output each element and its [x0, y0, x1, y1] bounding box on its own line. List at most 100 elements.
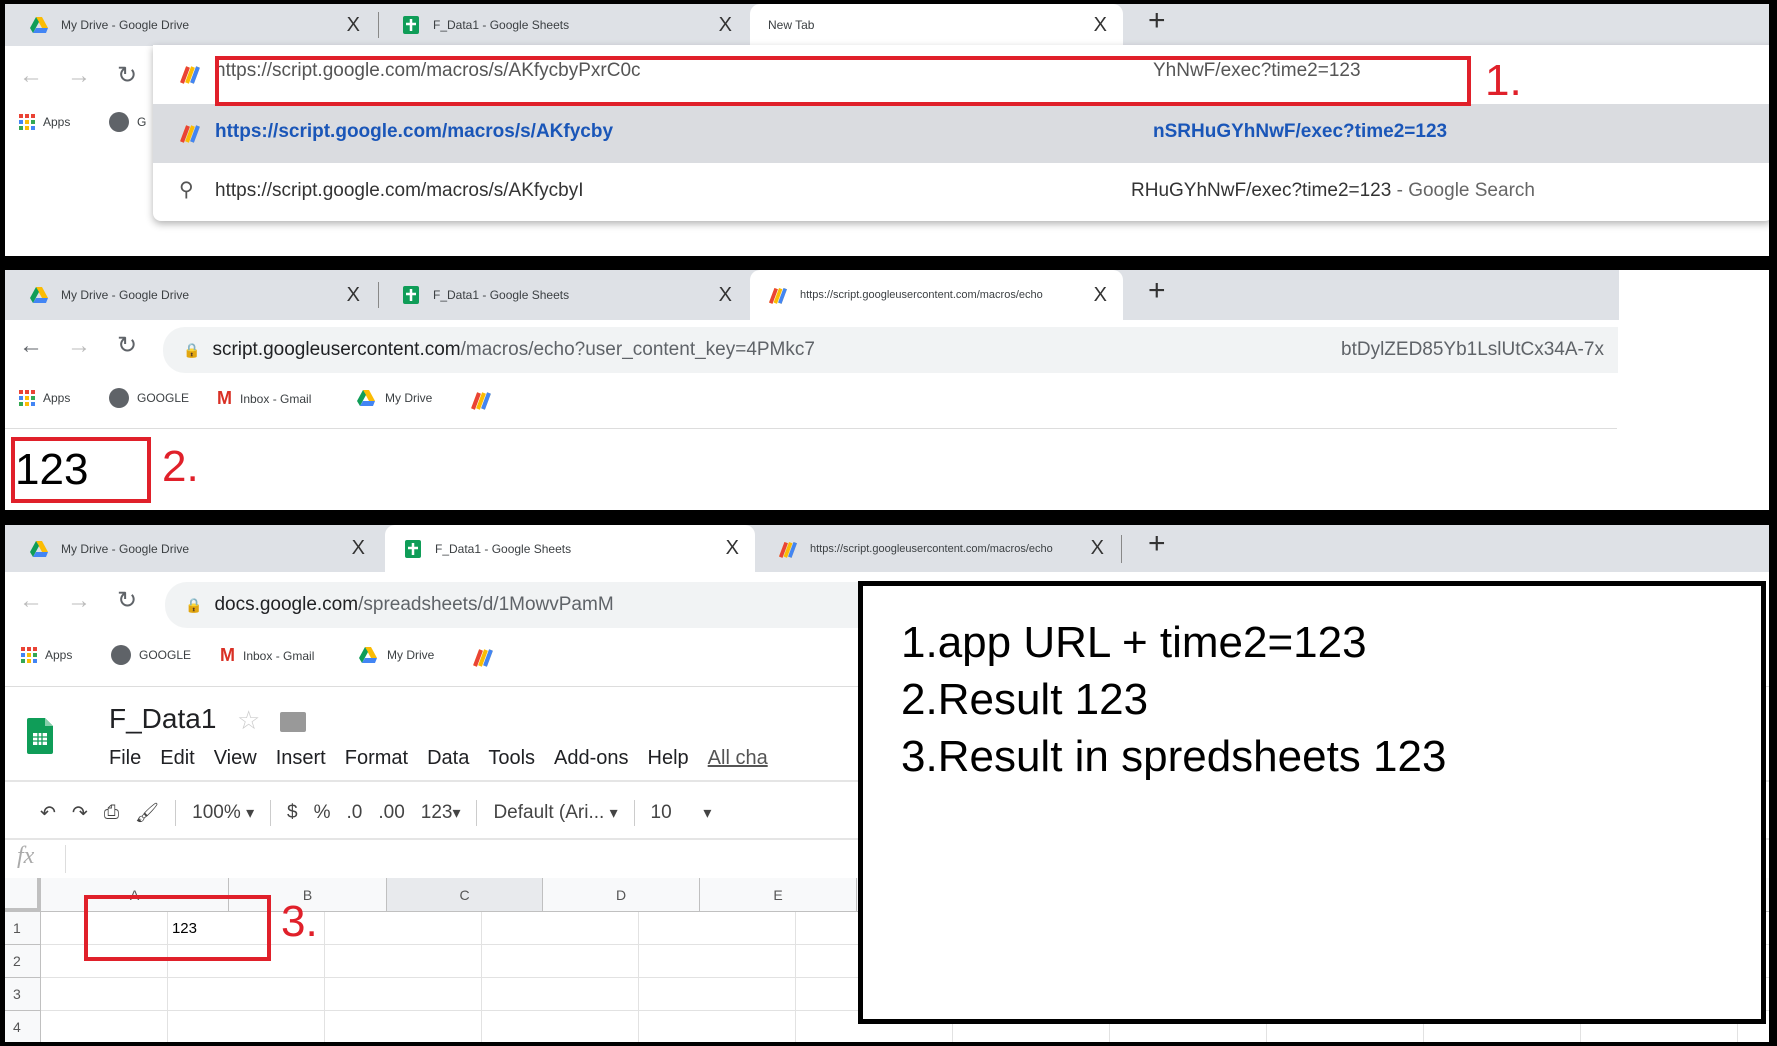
- menu-edit[interactable]: Edit: [160, 747, 194, 769]
- forward-button[interactable]: →: [67, 332, 91, 360]
- reload-button[interactable]: ↻: [117, 61, 137, 90]
- annotation-label-2: 2.: [162, 442, 199, 491]
- apps-script-icon: [180, 125, 200, 143]
- undo-icon[interactable]: ↶: [40, 802, 56, 825]
- all-changes-saved-link[interactable]: All cha: [708, 747, 768, 769]
- menu-format[interactable]: Format: [345, 747, 408, 769]
- forward-button[interactable]: →: [67, 587, 91, 615]
- more-formats-button[interactable]: 123▾: [421, 802, 461, 824]
- bookmark-my-drive[interactable]: My Drive: [355, 388, 432, 408]
- menu-file[interactable]: File: [109, 747, 141, 769]
- tab-divider: [378, 282, 379, 308]
- close-tab-icon[interactable]: X: [719, 284, 732, 307]
- tab-google-drive[interactable]: My Drive - Google Drive X: [11, 525, 381, 572]
- column-header-c[interactable]: C: [387, 878, 543, 912]
- menu-help[interactable]: Help: [648, 747, 689, 769]
- annotation-label-3: 3.: [281, 897, 318, 946]
- fx-icon: fx: [17, 843, 35, 869]
- tab-new-tab[interactable]: New Tab X: [750, 4, 1123, 46]
- bookmark-apps[interactable]: Apps: [21, 647, 72, 663]
- panel-spreadsheet-step: My Drive - Google Drive X F_Data1 - Googl…: [5, 525, 1769, 1042]
- back-button[interactable]: ←: [19, 587, 43, 615]
- decrease-decimal-button[interactable]: .0: [347, 802, 363, 824]
- menu-data[interactable]: Data: [427, 747, 469, 769]
- bookmark-gmail[interactable]: M Inbox - Gmail: [220, 645, 314, 666]
- sheets-logo-icon[interactable]: [27, 708, 53, 764]
- menu-view[interactable]: View: [214, 747, 257, 769]
- apps-script-bookmark-icon[interactable]: [472, 646, 494, 668]
- percent-button[interactable]: %: [314, 802, 331, 824]
- bookmark-apps[interactable]: Apps: [19, 390, 70, 406]
- bookmark-google[interactable]: G: [109, 112, 146, 132]
- increase-decimal-button[interactable]: .00: [378, 802, 404, 824]
- folder-icon[interactable]: [280, 712, 306, 732]
- close-tab-icon[interactable]: X: [726, 537, 739, 560]
- apps-script-bookmark-icon[interactable]: [470, 389, 492, 411]
- menu-addons[interactable]: Add-ons: [554, 747, 629, 769]
- tab-script-output[interactable]: https://script.googleusercontent.com/mac…: [750, 270, 1123, 320]
- close-tab-icon[interactable]: X: [1094, 14, 1107, 37]
- tab-google-sheets[interactable]: F_Data1 - Google Sheets X: [383, 270, 748, 320]
- tab-strip: My Drive - Google Drive X F_Data1 - Googl…: [5, 525, 1769, 572]
- address-bar[interactable]: 🔒 docs.google.com/spreadsheets/d/1MowvPa…: [165, 582, 965, 628]
- menu-insert[interactable]: Insert: [276, 747, 326, 769]
- menu-tools[interactable]: Tools: [488, 747, 535, 769]
- bookmark-my-drive[interactable]: My Drive: [357, 645, 434, 665]
- tab-google-drive[interactable]: My Drive - Google Drive X: [11, 270, 376, 320]
- note-line-1: 1.app URL + time2=123: [901, 618, 1367, 667]
- font-size-select[interactable]: 10 ▾: [651, 802, 712, 824]
- note-line-3: 3.Result in spredsheets 123: [901, 732, 1447, 781]
- apps-grid-icon: [19, 390, 35, 406]
- suggestion-row-highlighted[interactable]: https://script.google.com/macros/s/AKfyc…: [153, 104, 1769, 163]
- bookmark-apps[interactable]: Apps: [19, 114, 70, 130]
- suggestion-row-search[interactable]: ⚲ https://script.google.com/macros/s/AKf…: [153, 163, 1769, 221]
- bookmark-google[interactable]: GOOGLE: [111, 645, 191, 665]
- print-icon[interactable]: ⎙: [104, 802, 119, 824]
- formula-bar-input[interactable]: [67, 843, 867, 875]
- new-tab-button[interactable]: +: [1148, 527, 1166, 561]
- currency-button[interactable]: $: [287, 802, 298, 824]
- tab-google-sheets[interactable]: F_Data1 - Google Sheets X: [383, 4, 748, 46]
- column-header-e[interactable]: E: [700, 878, 857, 912]
- apps-grid-icon: [19, 114, 35, 130]
- star-icon[interactable]: ☆: [237, 705, 260, 736]
- globe-icon: [109, 388, 129, 408]
- back-button[interactable]: ←: [19, 332, 43, 360]
- zoom-select[interactable]: 100% ▾: [192, 802, 254, 824]
- close-tab-icon[interactable]: X: [719, 14, 732, 37]
- address-bar[interactable]: 🔒 script.googleusercontent.com/macros/ec…: [163, 327, 1618, 373]
- row-header-3[interactable]: 3: [5, 978, 41, 1011]
- new-tab-button[interactable]: +: [1148, 274, 1166, 308]
- toolbar: ↶ ↷ ⎙ 🖌 100% ▾ $ % .0 .00 123▾ Default (Ari…: [40, 800, 711, 826]
- tab-divider: [1121, 535, 1122, 563]
- close-tab-icon[interactable]: X: [347, 14, 360, 37]
- bookmark-gmail[interactable]: M Inbox - Gmail: [217, 388, 311, 409]
- back-button[interactable]: ←: [19, 62, 43, 90]
- gmail-icon: M: [220, 645, 235, 665]
- column-header-d[interactable]: D: [543, 878, 700, 912]
- tab-script-output[interactable]: https://script.googleusercontent.com/mac…: [760, 525, 1120, 572]
- font-select[interactable]: Default (Ari... ▾: [493, 802, 617, 824]
- row-header-4[interactable]: 4: [5, 1011, 41, 1042]
- tab-google-drive[interactable]: My Drive - Google Drive X: [11, 4, 376, 46]
- note-line-2: 2.Result 123: [901, 675, 1149, 724]
- close-tab-icon[interactable]: X: [352, 537, 365, 560]
- bookmark-google[interactable]: GOOGLE: [109, 388, 189, 408]
- tab-google-sheets[interactable]: F_Data1 - Google Sheets X: [385, 525, 755, 572]
- row-header-2[interactable]: 2: [5, 945, 41, 978]
- close-tab-icon[interactable]: X: [1084, 537, 1104, 560]
- paint-format-icon[interactable]: 🖌: [135, 801, 159, 825]
- reload-button[interactable]: ↻: [117, 586, 137, 615]
- globe-icon: [111, 645, 131, 665]
- new-tab-button[interactable]: +: [1148, 4, 1166, 38]
- tab-strip: My Drive - Google Drive X F_Data1 - Googl…: [5, 4, 1769, 46]
- close-tab-icon[interactable]: X: [347, 284, 360, 307]
- document-title[interactable]: F_Data1: [109, 703, 216, 735]
- close-tab-icon[interactable]: X: [1087, 283, 1107, 307]
- forward-button[interactable]: →: [67, 62, 91, 90]
- select-all-corner[interactable]: [5, 878, 41, 912]
- row-header-1[interactable]: 1: [5, 912, 41, 945]
- apps-grid-icon: [21, 647, 37, 663]
- reload-button[interactable]: ↻: [117, 331, 137, 360]
- redo-icon[interactable]: ↷: [72, 802, 88, 825]
